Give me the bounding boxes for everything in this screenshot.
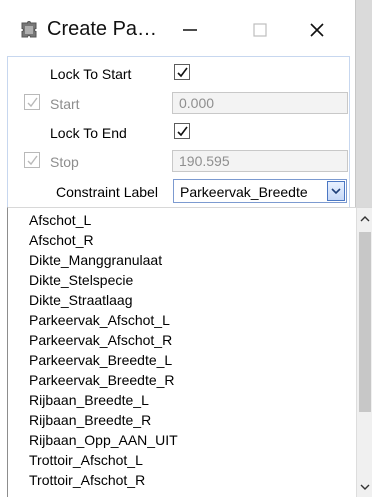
list-item[interactable]: Rijbaan_Breedte_L bbox=[29, 390, 149, 410]
list-item[interactable]: Parkeervak_Afschot_L bbox=[29, 310, 170, 330]
list-item[interactable]: Parkeervak_Breedte_R bbox=[29, 370, 175, 390]
lock-to-end-label: Lock To End bbox=[50, 125, 127, 141]
list-item[interactable]: Rijbaan_Opp_AAN_UIT bbox=[29, 430, 178, 450]
list-item[interactable]: Afschot_L bbox=[29, 210, 91, 230]
close-icon bbox=[310, 23, 324, 37]
list-item[interactable]: Trottoir_Afschot_L bbox=[29, 450, 143, 470]
stop-label: Stop bbox=[50, 154, 79, 170]
puzzle-piece-icon bbox=[21, 21, 37, 38]
list-item[interactable]: Dikte_Straatlaag bbox=[29, 290, 133, 310]
checkmark-icon bbox=[27, 155, 38, 165]
scroll-up-button[interactable] bbox=[357, 210, 372, 228]
start-label: Start bbox=[50, 96, 80, 112]
chevron-down-icon bbox=[331, 188, 341, 195]
dialog-title: Create Pa… bbox=[47, 18, 158, 40]
chevron-down-icon bbox=[360, 484, 370, 490]
title-bar[interactable]: Create Pa… bbox=[0, 0, 355, 62]
stop-value-field: 190.595 bbox=[172, 150, 348, 172]
minimize-button[interactable] bbox=[167, 12, 213, 48]
screen: Create Pa… Lock To Start Start 0.000 Loc… bbox=[0, 0, 372, 497]
list-item[interactable]: Dikte_Stelspecie bbox=[29, 270, 133, 290]
maximize-button[interactable] bbox=[237, 12, 283, 48]
constraint-label-combobox[interactable]: Parkeervak_Breedte bbox=[173, 179, 347, 203]
checkmark-icon bbox=[27, 97, 38, 107]
lock-to-start-label: Lock To Start bbox=[50, 66, 132, 82]
start-lock-checkbox bbox=[24, 94, 40, 110]
lock-to-start-row: Lock To Start bbox=[8, 59, 349, 88]
list-item[interactable]: Dikte_Manggranulaat bbox=[29, 250, 162, 270]
constraint-dropdown-list[interactable]: Afschot_L Afschot_R Dikte_Manggranulaat … bbox=[7, 207, 372, 497]
chevron-up-icon bbox=[360, 216, 370, 222]
list-item[interactable]: Trottoir_Afschot_R bbox=[29, 470, 145, 490]
scroll-down-button[interactable] bbox=[357, 478, 372, 496]
constraint-options: Afschot_L Afschot_R Dikte_Manggranulaat … bbox=[8, 208, 352, 497]
constraint-selected-value: Parkeervak_Breedte bbox=[180, 184, 308, 200]
minimize-icon bbox=[183, 29, 197, 31]
dropdown-scrollbar[interactable] bbox=[356, 208, 372, 497]
constraint-label-row: Constraint Label Parkeervak_Breedte bbox=[8, 177, 349, 206]
checkmark-icon bbox=[176, 67, 188, 77]
lock-to-end-checkbox[interactable] bbox=[174, 123, 190, 139]
maximize-icon bbox=[253, 23, 267, 37]
close-button[interactable] bbox=[294, 12, 340, 48]
constraint-dropdown-button[interactable] bbox=[327, 181, 345, 201]
parameter-panel: Lock To Start Start 0.000 Lock To End St… bbox=[7, 56, 350, 208]
list-item[interactable]: Rijbaan_Breedte_R bbox=[29, 410, 151, 430]
list-item[interactable]: Parkeervak_Breedte_L bbox=[29, 350, 172, 370]
list-item[interactable]: Afschot_R bbox=[29, 230, 94, 250]
stop-row: Stop 190.595 bbox=[8, 147, 349, 176]
lock-to-end-row: Lock To End bbox=[8, 118, 349, 147]
start-row: Start 0.000 bbox=[8, 89, 349, 118]
scrollbar-thumb[interactable] bbox=[359, 232, 371, 412]
stop-lock-checkbox bbox=[24, 152, 40, 168]
lock-to-start-checkbox[interactable] bbox=[174, 64, 190, 80]
constraint-label-text: Constraint Label bbox=[56, 184, 158, 200]
checkmark-icon bbox=[176, 126, 188, 136]
start-value-field: 0.000 bbox=[172, 92, 348, 114]
list-item[interactable]: Parkeervak_Afschot_R bbox=[29, 330, 172, 350]
scrollbar-track[interactable] bbox=[359, 414, 371, 476]
